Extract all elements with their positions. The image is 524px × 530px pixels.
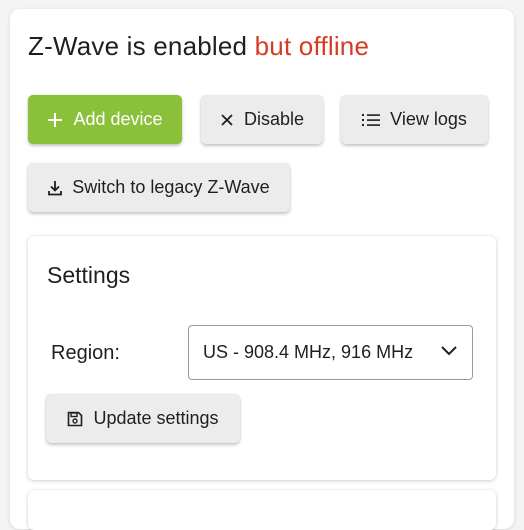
plus-icon: [48, 112, 63, 127]
chevron-down-icon: [441, 346, 457, 356]
settings-title: Settings: [47, 262, 131, 288]
settings-card: Settings Region: US - 908.4 MHz, 916 MHz…: [28, 236, 496, 480]
add-device-button[interactable]: Add device: [28, 95, 182, 144]
disable-label: Disable: [243, 109, 305, 129]
region-select-value: US - 908.4 MHz, 916 MHz: [203, 342, 414, 362]
add-device-label: Add device: [73, 109, 163, 129]
page-title: Z-Wave is enabled but offline: [28, 28, 369, 64]
view-logs-label: View logs: [390, 109, 467, 129]
update-settings-label: Update settings: [93, 408, 219, 428]
region-select[interactable]: US - 908.4 MHz, 916 MHz: [188, 325, 473, 380]
region-label: Region:: [51, 342, 120, 364]
download-icon: [48, 180, 63, 195]
title-status: but offline: [254, 31, 370, 61]
disable-button[interactable]: Disable: [201, 95, 323, 144]
close-icon: [221, 113, 233, 126]
switch-legacy-label: Switch to legacy Z-Wave: [72, 177, 270, 197]
list-icon: [362, 113, 381, 126]
view-logs-button[interactable]: View logs: [341, 95, 488, 144]
title-prefix: Z-Wave is enabled: [28, 31, 248, 61]
update-settings-button[interactable]: Update settings: [46, 394, 240, 443]
save-icon: [68, 411, 83, 426]
switch-legacy-button[interactable]: Switch to legacy Z-Wave: [28, 163, 290, 212]
next-card: [28, 490, 496, 530]
